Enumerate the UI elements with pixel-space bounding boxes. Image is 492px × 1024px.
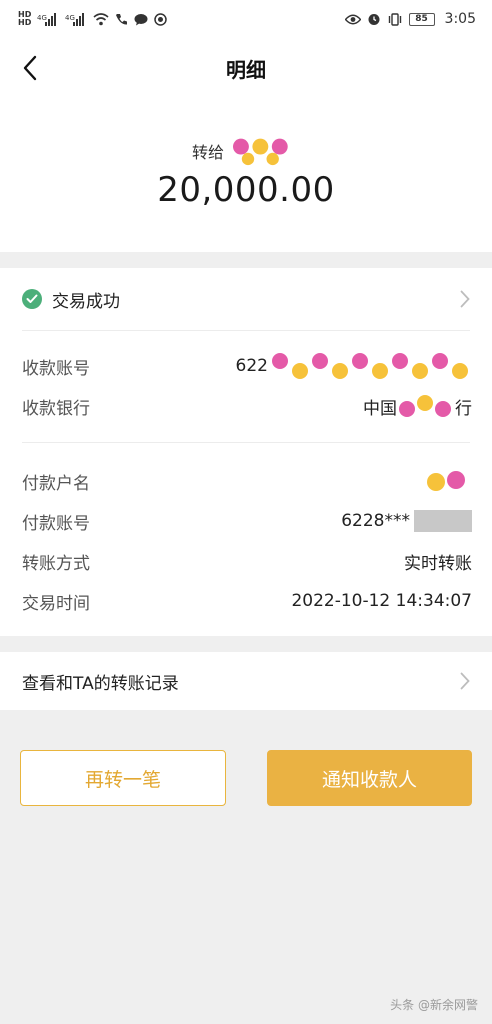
chevron-right-icon — [460, 672, 470, 690]
payer-account-label: 付款账号 — [22, 513, 90, 534]
check-circle-icon — [22, 289, 42, 309]
transaction-detail-card: 交易成功 收款账号 622 收款银行 中国 行 付款户名 付款账号 6228**… — [0, 268, 492, 636]
emoji-redaction-icon — [399, 395, 451, 417]
transaction-time-label: 交易时间 — [22, 593, 90, 614]
payer-account-prefix: 6228*** — [341, 511, 410, 531]
status-bar-right: 85 3:05 — [344, 11, 476, 27]
phone-icon — [116, 13, 128, 25]
svg-text:4G: 4G — [65, 14, 75, 22]
emoji-redaction-icon — [272, 353, 468, 379]
page-title: 明细 — [226, 57, 266, 82]
transfer-method-value: 实时转账 — [404, 553, 472, 574]
vibrate-icon — [388, 12, 401, 26]
payee-bank-value: 中国 行 — [363, 391, 472, 421]
notify-payee-button[interactable]: 通知收款人 — [267, 750, 472, 806]
payee-bank-label: 收款银行 — [22, 398, 90, 419]
emoji-redaction-icon — [427, 471, 465, 491]
mosaic-redaction — [414, 510, 472, 532]
alarm-icon — [368, 14, 380, 25]
chevron-right-icon — [460, 290, 470, 308]
emoji-redaction-icon — [233, 138, 288, 166]
amount-card: 转给 20,000.00 — [0, 98, 492, 252]
wifi-icon — [93, 12, 109, 25]
signal-icon-2: 4G — [65, 12, 85, 26]
back-button[interactable] — [14, 52, 46, 84]
eye-icon — [344, 14, 361, 24]
divider — [22, 442, 470, 443]
transfer-method-row: 转账方式 实时转账 — [22, 546, 472, 576]
transaction-time-value: 2022-10-12 14:34:07 — [291, 591, 472, 611]
sim-card-icon: HD HD — [18, 10, 32, 27]
chevron-left-icon — [23, 55, 37, 81]
transaction-status-label: 交易成功 — [52, 291, 120, 312]
payee-account-value: 622 — [236, 351, 472, 381]
status-bar-left: HD HD 4G 4G — [18, 10, 168, 27]
transaction-time-row: 交易时间 2022-10-12 14:34:07 — [22, 586, 472, 616]
payer-name-label: 付款户名 — [22, 473, 90, 494]
status-bar: HD HD 4G 4G 85 3:05 — [0, 0, 492, 38]
payee-account-label: 收款账号 — [22, 358, 90, 379]
transfer-history-row[interactable]: 查看和TA的转账记录 — [0, 652, 492, 710]
payer-account-row: 付款账号 6228*** — [22, 506, 472, 536]
transfer-to-label: 转给 — [191, 143, 224, 162]
payer-name-row: 付款户名 — [22, 466, 472, 496]
divider — [22, 330, 470, 331]
transfer-method-label: 转账方式 — [22, 553, 90, 574]
status-time: 3:05 — [444, 11, 476, 27]
transfer-history-label: 查看和TA的转账记录 — [22, 673, 179, 694]
nav-bar: 明细 — [0, 38, 492, 98]
battery-icon: 85 — [408, 12, 435, 26]
transfer-to-line: 转给 — [192, 136, 300, 166]
transfer-amount: 20,000.00 — [157, 170, 335, 210]
svg-text:4G: 4G — [37, 14, 47, 22]
transaction-status-row[interactable]: 交易成功 — [0, 268, 492, 330]
payee-bank-suffix: 行 — [455, 398, 472, 419]
transfer-again-button[interactable]: 再转一笔 — [20, 750, 226, 806]
message-icon — [134, 13, 148, 25]
payee-account-row: 收款账号 622 — [22, 351, 472, 381]
payee-account-prefix: 622 — [235, 356, 268, 376]
signal-icon: 4G — [37, 12, 57, 26]
payee-bank-prefix: 中国 — [363, 398, 397, 419]
payer-account-value: 6228*** — [341, 510, 472, 532]
watermark: 头条 @新余网警 — [390, 998, 478, 1012]
payee-bank-row: 收款银行 中国 行 — [22, 391, 472, 421]
app-notification-icon — [154, 12, 168, 26]
